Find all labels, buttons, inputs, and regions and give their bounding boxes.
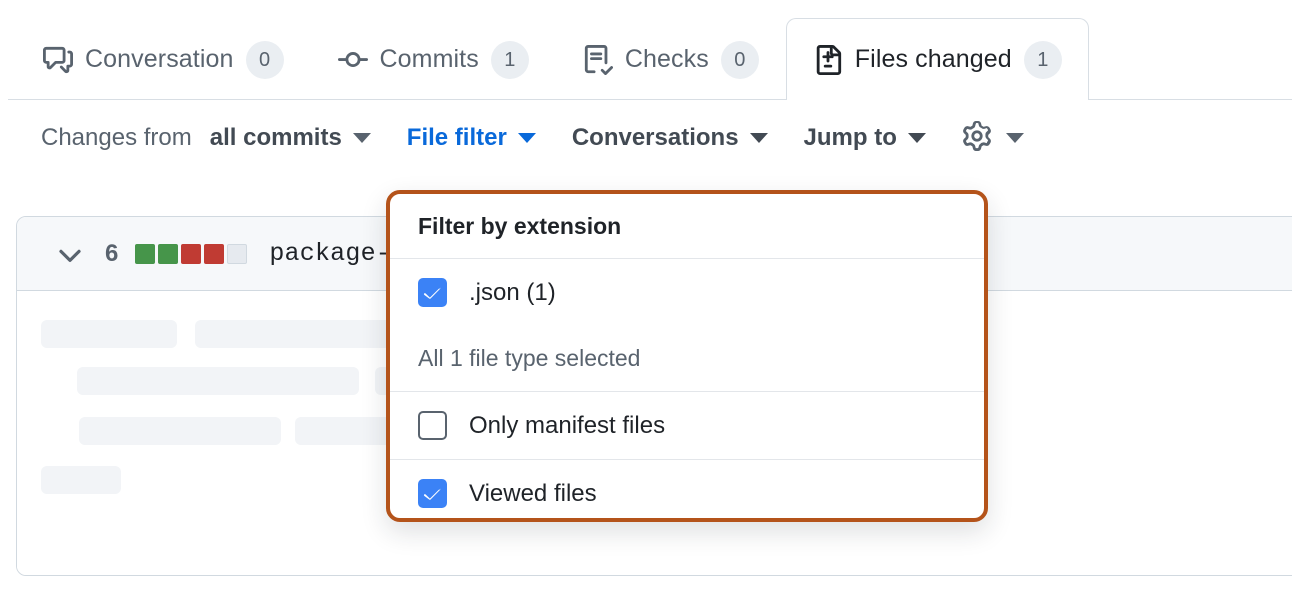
changes-from-label: Changes from (41, 124, 192, 152)
checkbox-checked-icon[interactable] (418, 479, 447, 508)
selection-summary: All 1 file type selected (390, 326, 984, 392)
chevron-down-icon[interactable] (53, 237, 87, 271)
file-filter-dropdown: Filter by extension .json (1) All 1 file… (386, 190, 988, 522)
diffstat-block-deletion (204, 244, 224, 264)
checkbox-unchecked-icon[interactable] (418, 411, 447, 440)
checkbox-checked-icon[interactable] (418, 278, 447, 307)
tab-counter: 0 (246, 41, 284, 79)
changes-from-select[interactable]: Changes from all commits (41, 124, 371, 152)
comment-discussion-icon (43, 45, 73, 75)
extension-label: .json (1) (469, 279, 556, 307)
skeleton-bar (79, 417, 281, 445)
viewed-files-option[interactable]: Viewed files (390, 460, 984, 522)
diffstat-blocks (135, 244, 247, 264)
chevron-down-icon (353, 133, 371, 143)
diff-toolbar: Changes from all commits File filter Con… (0, 100, 1292, 176)
jump-to-button[interactable]: Jump to (804, 124, 926, 152)
gear-icon (962, 121, 992, 156)
chevron-down-icon (518, 133, 536, 143)
tab-counter: 1 (1024, 41, 1062, 79)
viewed-files-label: Viewed files (469, 480, 597, 508)
chevron-down-icon (750, 133, 768, 143)
diffstat-block-addition (135, 244, 155, 264)
tab-counter: 1 (491, 41, 529, 79)
tab-commits[interactable]: Commits 1 (311, 18, 556, 100)
conversations-filter-button[interactable]: Conversations (572, 124, 768, 152)
chevron-down-icon (908, 133, 926, 143)
pr-tab-navigation: Conversation 0 Commits 1 Checks (0, 0, 1292, 100)
jump-to-label: Jump to (804, 124, 897, 152)
only-manifest-files-option[interactable]: Only manifest files (390, 392, 984, 459)
tab-label: Conversation (85, 45, 234, 74)
file-filter-button[interactable]: File filter (407, 124, 536, 152)
tab-counter: 0 (721, 41, 759, 79)
extension-filter-json[interactable]: .json (1) (390, 259, 984, 326)
tab-files-changed[interactable]: Files changed 1 (786, 18, 1089, 100)
skeleton-bar (41, 466, 121, 494)
chevron-down-icon (1006, 133, 1024, 143)
checklist-icon (583, 45, 613, 75)
tab-checks[interactable]: Checks 0 (556, 18, 786, 100)
file-filter-label: File filter (407, 124, 507, 152)
diffstat-block-deletion (181, 244, 201, 264)
diff-change-count: 6 (105, 240, 118, 268)
tab-conversation[interactable]: Conversation 0 (16, 18, 311, 100)
only-manifest-files-label: Only manifest files (469, 412, 665, 440)
tab-label: Files changed (855, 45, 1012, 74)
file-diff-icon (813, 45, 843, 75)
diff-settings-button[interactable] (962, 121, 1024, 156)
changes-from-value: all commits (210, 124, 342, 152)
tab-label: Commits (380, 45, 479, 74)
git-commit-icon (338, 45, 368, 75)
files-changed-page: Conversation 0 Commits 1 Checks (0, 0, 1292, 598)
skeleton-bar (77, 367, 359, 395)
skeleton-bar (41, 320, 177, 348)
diffstat-block-addition (158, 244, 178, 264)
dropdown-title: Filter by extension (390, 194, 984, 259)
diffstat-block-neutral (227, 244, 247, 264)
tab-label: Checks (625, 45, 709, 74)
conversations-label: Conversations (572, 124, 739, 152)
